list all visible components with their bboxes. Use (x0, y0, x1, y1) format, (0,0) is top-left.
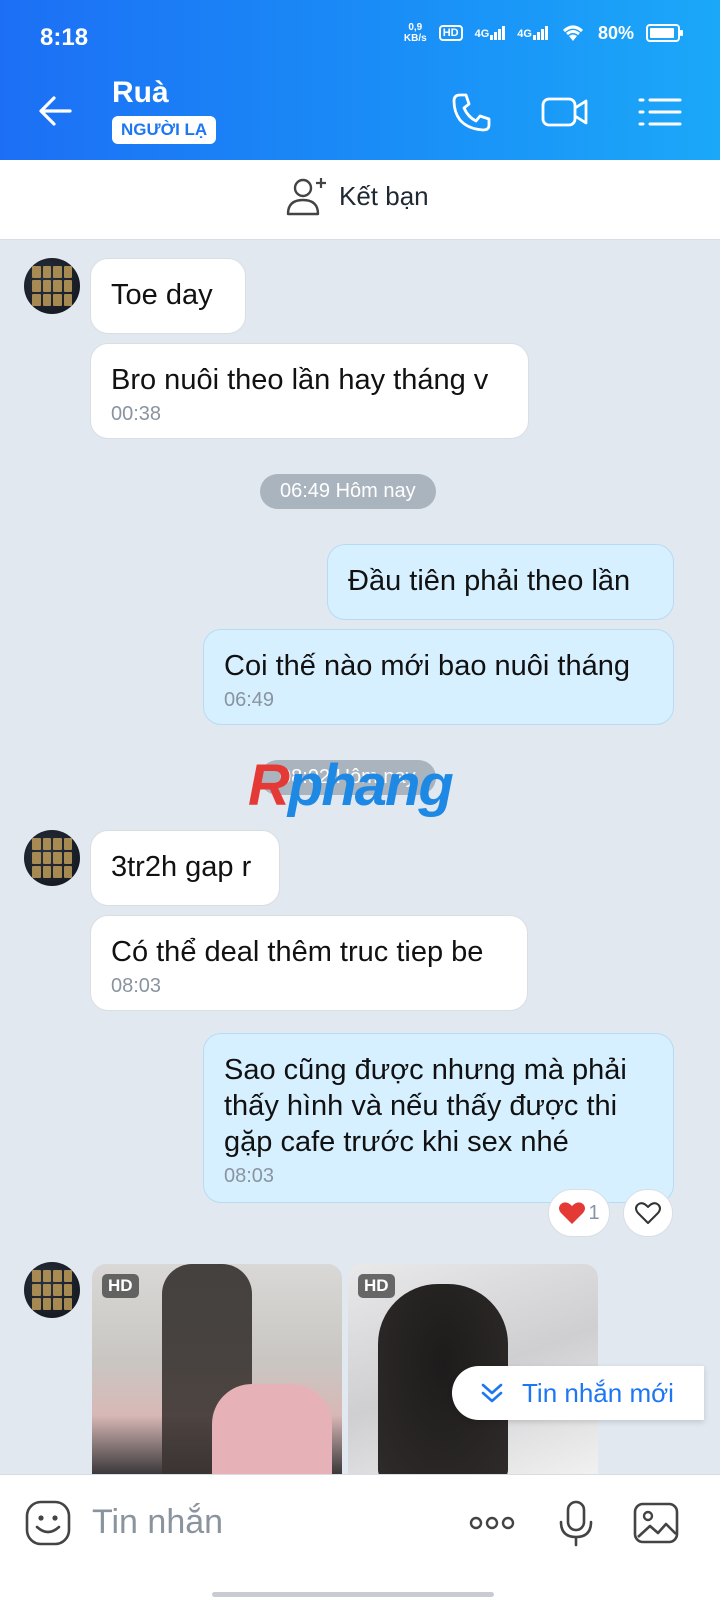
message-time: 08:03 (111, 975, 162, 997)
status-bar: 8:18 0,9 KB/s HD 4G 4G 80% (0, 0, 720, 64)
network-speed: 0,9 KB/s (403, 22, 427, 44)
signal-icon-1: 4G (475, 26, 506, 40)
message-bubble[interactable]: Đầu tiên phải theo lần (327, 544, 674, 620)
status-time: 8:18 (40, 24, 89, 51)
message-input[interactable]: Tin nhắn (92, 1503, 223, 1542)
more-options-icon[interactable] (466, 1497, 518, 1549)
contact-avatar[interactable] (24, 1262, 80, 1318)
add-friend-button[interactable]: Kết bạn (285, 174, 429, 218)
date-divider: 06:49 Hôm nay (260, 474, 436, 509)
message-time: 08:03 (224, 1165, 275, 1187)
watermark: Rphang (248, 753, 454, 818)
chat-header: Ruà NGƯỜI LẠ (0, 64, 720, 160)
add-friend-label: Kết bạn (339, 180, 429, 211)
message-composer: Tin nhắn (0, 1474, 720, 1600)
signal-icon-2: 4G (517, 26, 548, 40)
message-text: Bro nuôi theo lần hay tháng v (111, 364, 489, 396)
message-time: 06:49 (224, 689, 275, 711)
stranger-badge: NGƯỜI LẠ (112, 116, 217, 144)
video-call-icon[interactable] (538, 86, 590, 138)
message-text: Có thể deal thêm truc tiep be (111, 936, 484, 968)
image-picker-icon[interactable] (630, 1497, 682, 1549)
message-bubble[interactable]: Sao cũng được nhưng mà phải thấy hình và… (203, 1033, 674, 1203)
home-indicator (212, 1592, 494, 1597)
status-icons: 0,9 KB/s HD 4G 4G 80% (403, 22, 683, 44)
contact-avatar[interactable] (24, 830, 80, 886)
message-bubble[interactable]: Bro nuôi theo lần hay tháng v 00:38 (90, 343, 529, 439)
message-bubble[interactable]: Coi thế nào mới bao nuôi tháng 06:49 (203, 629, 674, 725)
heart-filled-icon (559, 1202, 586, 1224)
battery-icon (646, 24, 683, 42)
message-time: 00:38 (111, 403, 162, 425)
message-text: Đầu tiên phải theo lần (348, 565, 631, 597)
add-friend-icon (286, 178, 326, 216)
reaction-summary[interactable]: 1 (548, 1189, 610, 1237)
heart-outline-icon (635, 1202, 661, 1224)
new-messages-button[interactable]: Tin nhắn mới (452, 1366, 704, 1420)
message-bubble[interactable]: Toe day (90, 258, 246, 334)
back-arrow-icon[interactable] (30, 86, 80, 136)
hd-badge: HD (102, 1274, 139, 1298)
phone-call-icon[interactable] (446, 86, 498, 138)
add-friend-bar: Kết bạn (0, 160, 720, 240)
hd-voice-icon: HD (438, 25, 463, 41)
wifi-icon (562, 25, 583, 41)
message-bubble[interactable]: 3tr2h gap r (90, 830, 280, 906)
emoji-icon[interactable] (22, 1497, 74, 1549)
message-text: Sao cũng được nhưng mà phải thấy hình và… (224, 1054, 627, 1158)
microphone-icon[interactable] (550, 1497, 602, 1549)
contact-avatar[interactable] (24, 258, 80, 314)
image-message[interactable]: HD (92, 1264, 342, 1480)
react-button[interactable] (623, 1189, 673, 1237)
message-text: 3tr2h gap r (111, 851, 252, 883)
message-bubble[interactable]: Có thể deal thêm truc tiep be 08:03 (90, 915, 528, 1011)
reaction-count: 1 (588, 1201, 600, 1224)
contact-name[interactable]: Ruà (112, 76, 169, 110)
message-text: Coi thế nào mới bao nuôi tháng (224, 650, 630, 682)
hd-badge: HD (358, 1274, 395, 1298)
battery-percent: 80% (597, 22, 634, 43)
new-messages-label: Tin nhắn mới (522, 1377, 674, 1408)
message-text: Toe day (111, 279, 213, 311)
chevrons-down-icon (481, 1383, 503, 1403)
menu-list-icon[interactable] (634, 86, 686, 138)
